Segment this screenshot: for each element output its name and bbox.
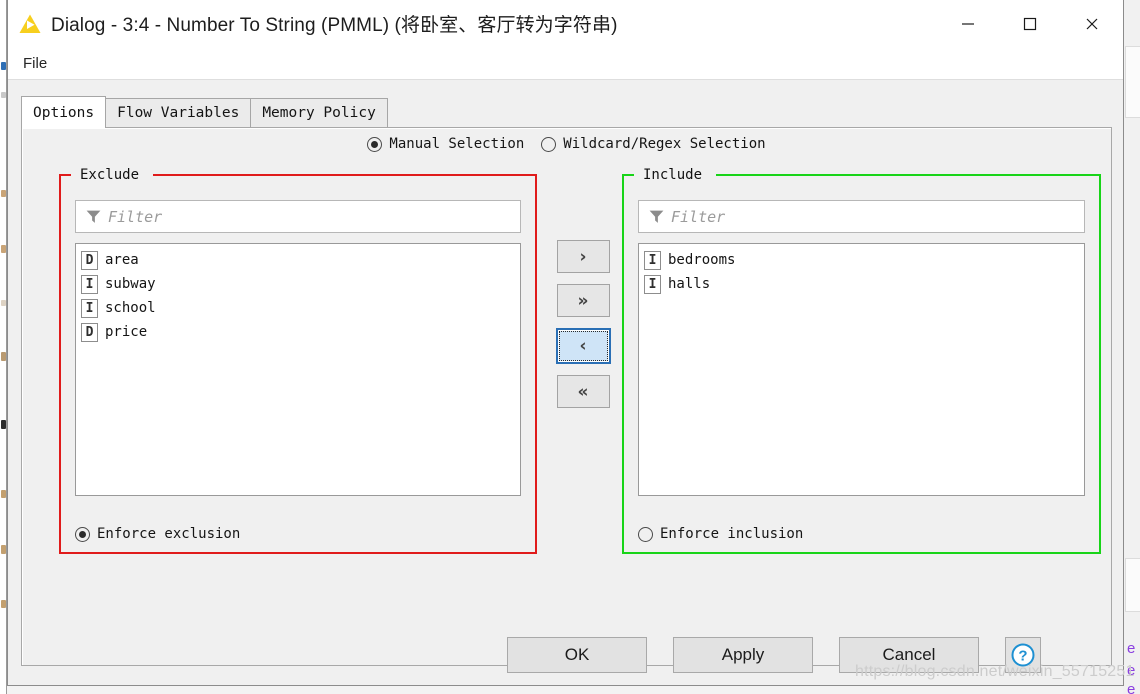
include-list[interactable]: I bedrooms I halls — [638, 243, 1085, 496]
list-item[interactable]: D area — [78, 248, 520, 272]
exclude-list[interactable]: D area I subway I school D price — [75, 243, 521, 496]
exclude-panel: Exclude Filter D area I subway I school … — [59, 167, 537, 554]
svg-text:?: ? — [1018, 648, 1027, 665]
column-type-icon: I — [81, 298, 98, 318]
options-content-panel: Manual Selection Wildcard/Regex Selectio… — [21, 127, 1112, 666]
menu-bar: File — [8, 47, 1123, 80]
selection-mode-row: Manual Selection Wildcard/Regex Selectio… — [22, 136, 1111, 152]
transfer-button-group: › » ‹ « — [551, 240, 615, 408]
column-type-icon: D — [81, 250, 98, 270]
tab-flow-variables[interactable]: Flow Variables — [105, 98, 252, 128]
column-type-icon: I — [644, 250, 661, 270]
cancel-button[interactable]: Cancel — [839, 637, 979, 673]
close-icon — [1086, 18, 1098, 29]
help-button[interactable]: ? — [1005, 637, 1041, 673]
list-item[interactable]: D price — [78, 320, 520, 344]
radio-enforce-inclusion[interactable]: Enforce inclusion — [638, 526, 803, 542]
list-item[interactable]: I school — [78, 296, 520, 320]
remove-selected-button[interactable]: ‹ — [555, 328, 611, 364]
dialog-window: Dialog - 3:4 - Number To String (PMML) (… — [7, 0, 1124, 686]
radio-enforce-exclusion[interactable]: Enforce exclusion — [75, 526, 240, 542]
help-question-icon: ? — [1011, 643, 1035, 667]
close-button[interactable] — [1061, 0, 1123, 47]
add-selected-button[interactable]: › — [556, 240, 610, 273]
dialog-body: Options Flow Variables Memory Policy Man… — [8, 80, 1123, 685]
column-type-icon: D — [81, 322, 98, 342]
list-item-label: subway — [105, 276, 156, 292]
include-panel: Include Filter I bedrooms I halls Enforc… — [622, 167, 1101, 554]
tab-options[interactable]: Options — [21, 96, 107, 128]
radio-enforce-exclusion-indicator — [75, 526, 90, 542]
list-item[interactable]: I halls — [641, 272, 1084, 296]
knime-triangle-icon — [19, 14, 41, 33]
include-filter-placeholder: Filter — [671, 207, 726, 226]
list-item-label: school — [105, 300, 156, 316]
maximize-icon — [1023, 17, 1037, 30]
maximize-button[interactable] — [999, 0, 1061, 47]
radio-manual-selection-indicator — [367, 136, 383, 152]
remove-all-button[interactable]: « — [556, 375, 610, 408]
funnel-icon — [649, 210, 664, 223]
tab-strip: Options Flow Variables Memory Policy — [21, 96, 388, 128]
apply-button[interactable]: Apply — [673, 637, 813, 673]
exclude-filter-input[interactable]: Filter — [75, 200, 521, 233]
radio-enforce-exclusion-label: Enforce exclusion — [97, 526, 241, 542]
exclude-filter-placeholder: Filter — [108, 207, 163, 226]
add-all-button[interactable]: » — [556, 284, 610, 317]
menu-item-file[interactable]: File — [13, 53, 57, 74]
background-letter: e — [1127, 681, 1136, 694]
include-panel-title: Include — [636, 167, 710, 183]
list-item-label: halls — [668, 276, 711, 292]
background-letter: e — [1127, 662, 1136, 679]
column-type-icon: I — [644, 274, 661, 294]
radio-manual-selection-label: Manual Selection — [389, 136, 525, 152]
background-left-edge — [0, 0, 7, 694]
radio-wildcard-regex-selection[interactable]: Wildcard/Regex Selection — [541, 136, 766, 152]
exclude-panel-title: Exclude — [73, 167, 147, 183]
radio-wildcard-regex-selection-indicator — [541, 136, 557, 152]
radio-manual-selection[interactable]: Manual Selection — [367, 136, 524, 152]
minimize-button[interactable] — [937, 0, 999, 47]
ok-button[interactable]: OK — [507, 637, 647, 673]
background-letter: e — [1127, 640, 1136, 657]
radio-enforce-inclusion-label: Enforce inclusion — [660, 526, 804, 542]
list-item-label: price — [105, 324, 148, 340]
list-item-label: area — [105, 252, 139, 268]
list-item[interactable]: I subway — [78, 272, 520, 296]
minimize-icon — [962, 22, 974, 25]
list-item-label: bedrooms — [668, 252, 736, 268]
list-item[interactable]: I bedrooms — [641, 248, 1084, 272]
dialog-button-bar: OK Apply Cancel ? — [8, 637, 1123, 673]
window-title: Dialog - 3:4 - Number To String (PMML) (… — [51, 15, 618, 36]
window-controls — [937, 0, 1123, 47]
tab-memory-policy[interactable]: Memory Policy — [250, 98, 388, 128]
title-bar: Dialog - 3:4 - Number To String (PMML) (… — [8, 0, 1123, 47]
radio-enforce-inclusion-indicator — [638, 526, 653, 542]
column-type-icon: I — [81, 274, 98, 294]
funnel-icon — [86, 210, 101, 223]
radio-wildcard-regex-selection-label: Wildcard/Regex Selection — [563, 136, 766, 152]
background-right-edge: e e e — [1123, 0, 1140, 694]
include-filter-input[interactable]: Filter — [638, 200, 1085, 233]
